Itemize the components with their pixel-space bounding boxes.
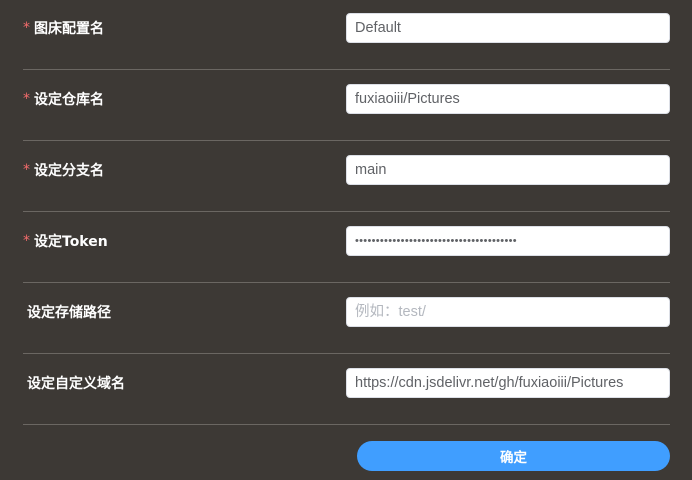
field-label: * 设定仓库名 [23, 71, 104, 127]
required-mark: * [23, 162, 30, 178]
field-label-text: 图床配置名 [34, 21, 104, 37]
field-row-token: * 设定Token [23, 213, 670, 283]
field-row-branch-name: * 设定分支名 [23, 142, 670, 212]
storage-path-input[interactable] [346, 297, 670, 327]
custom-domain-input[interactable] [346, 368, 670, 398]
required-mark: * [23, 233, 30, 249]
required-mark: * [23, 91, 30, 107]
config-name-input[interactable] [346, 13, 670, 43]
field-label-text: 设定存储路径 [27, 305, 111, 321]
required-mark: * [23, 20, 30, 36]
field-label: 设定存储路径 [23, 284, 111, 340]
confirm-button[interactable]: 确定 [357, 441, 670, 471]
field-label: 设定自定义域名 [23, 355, 125, 411]
branch-name-input[interactable] [346, 155, 670, 185]
picbed-config-form: * 图床配置名 * 设定仓库名 * 设定分支名 * 设定Token 设定存储路径 [0, 0, 692, 480]
field-row-custom-domain: 设定自定义域名 [23, 355, 670, 425]
field-label-text: 设定仓库名 [34, 92, 104, 108]
field-label: * 设定分支名 [23, 142, 104, 198]
field-row-storage-path: 设定存储路径 [23, 284, 670, 354]
field-label: * 设定Token [23, 213, 108, 269]
repo-name-input[interactable] [346, 84, 670, 114]
field-row-config-name: * 图床配置名 [23, 0, 670, 70]
token-input[interactable] [346, 226, 670, 256]
field-label: * 图床配置名 [23, 0, 104, 56]
field-label-text: 设定Token [34, 234, 108, 250]
field-row-repo-name: * 设定仓库名 [23, 71, 670, 141]
field-label-text: 设定自定义域名 [27, 376, 125, 392]
field-label-text: 设定分支名 [34, 163, 104, 179]
